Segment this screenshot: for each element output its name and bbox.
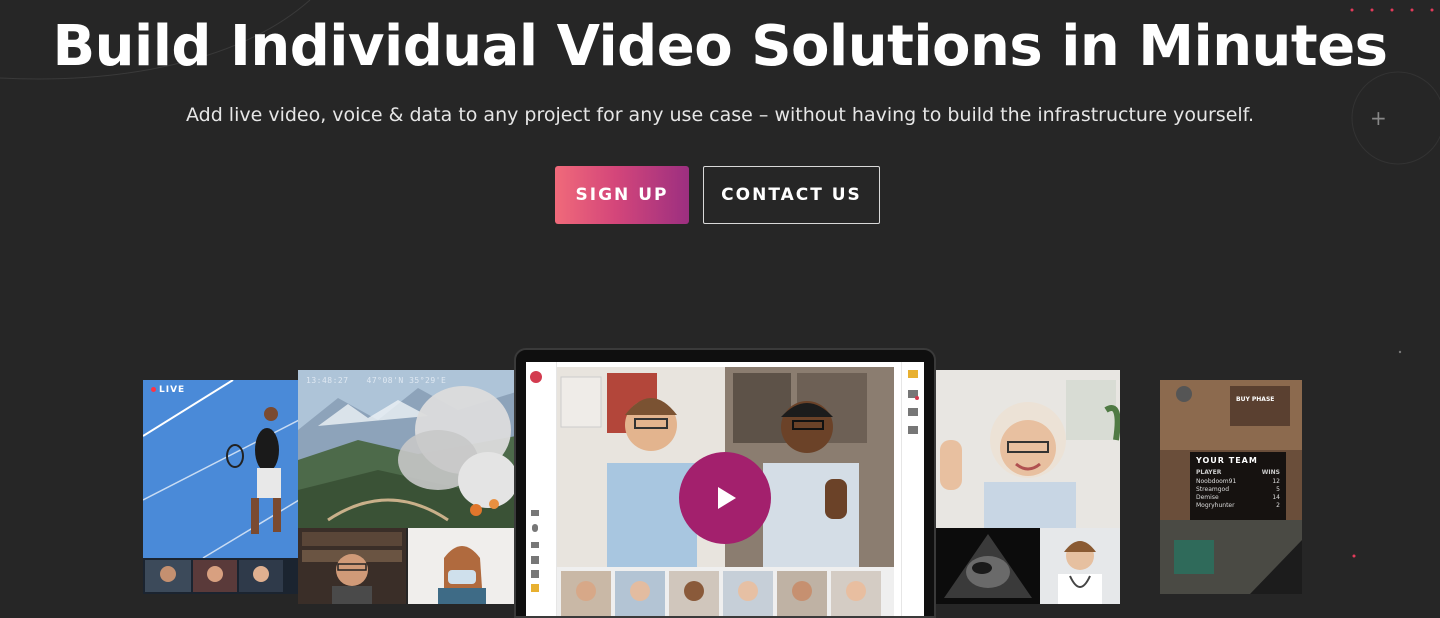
team-scoreboard: YOUR TEAM PLAYER WINS Noobdoom91 12 Strea… [1190, 452, 1286, 520]
wildfire-overlay: 13:48:27 47°08'N 35°29'E [306, 376, 464, 385]
sign-up-button[interactable]: SIGN UP [555, 166, 689, 224]
app-right-toolbar [901, 362, 924, 616]
tennis-court-image [143, 380, 299, 594]
patient-image [936, 370, 1120, 528]
team-header: PLAYER WINS [1196, 469, 1280, 476]
play-icon [718, 487, 736, 509]
telehealth-patient-tile [936, 370, 1120, 528]
live-badge: LIVE [151, 385, 185, 395]
webinar-participants-image [298, 528, 516, 604]
live-dot-icon [151, 387, 156, 392]
team-title: YOUR TEAM [1196, 456, 1258, 465]
app-left-toolbar [526, 362, 557, 616]
wins-column-header: WINS [1261, 469, 1280, 476]
app-logo-icon [530, 371, 542, 383]
player-column-header: PLAYER [1196, 469, 1222, 476]
wildfire-image [298, 370, 516, 528]
ultrasound-image [936, 528, 1040, 604]
team-row: Mogryhunter 2 [1196, 502, 1280, 509]
buy-phase-badge: BUY PHASE [1236, 396, 1275, 403]
play-video-button[interactable] [679, 452, 771, 544]
team-row: Streamgod 5 [1196, 486, 1280, 493]
wildfire-timestamp: 13:48:27 [306, 376, 349, 385]
hero-subtitle: Add live video, voice & data to any proj… [185, 104, 1255, 126]
doctor-image [1040, 528, 1120, 604]
corner-dots [1350, 8, 1434, 558]
doctor-tile [1040, 528, 1120, 604]
team-row: Noobdoom91 12 [1196, 478, 1280, 485]
wildfire-coordinates: 47°08'N 35°29'E [366, 376, 447, 385]
hero-title: Build Individual Video Solutions in Minu… [52, 14, 1388, 79]
wildfire-video-tile: 13:48:27 47°08'N 35°29'E [298, 370, 516, 528]
webinar-video-tile [298, 528, 516, 604]
tennis-video-tile: LIVE [143, 380, 299, 594]
team-row: Demise 14 [1196, 494, 1280, 501]
contact-us-button[interactable]: CONTACT US [703, 166, 880, 224]
ultrasound-tile [936, 528, 1040, 604]
